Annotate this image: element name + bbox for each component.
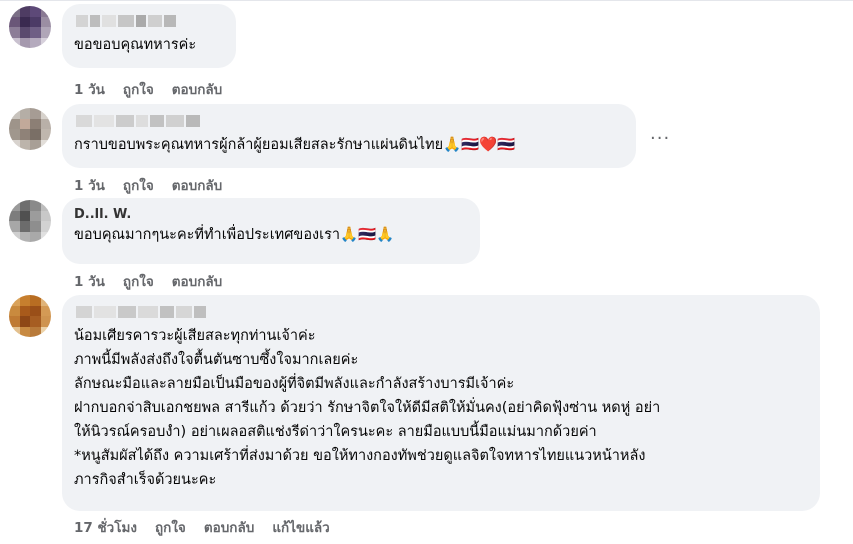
reply-button[interactable]: ตอบกลับ — [204, 516, 254, 538]
comment-timestamp[interactable]: 1 วัน — [74, 270, 105, 292]
blurred-author-name[interactable] — [76, 15, 224, 27]
blurred-author-name[interactable] — [76, 115, 624, 127]
comment-text: กราบขอบพระคุณทหารผู้กล้าผู้ยอมเสียสละรัก… — [74, 137, 516, 153]
comment-actions: 1 วัน ถูกใจ ตอบกลับ — [74, 174, 222, 196]
author-name[interactable]: D..ll. W. — [74, 207, 468, 223]
avatar[interactable] — [9, 295, 51, 337]
comment-text: น้อมเศียรคารวะผู้เสียสละทุกท่านเจ้าค่ะ ภ… — [74, 328, 661, 488]
comment-text: ขอบคุณมากๆนะคะที่ทำเพื่อประเทศของเรา🙏🇹🇭🙏 — [74, 227, 395, 243]
comment-timestamp[interactable]: 1 วัน — [74, 78, 105, 100]
comment-text: ขอขอบคุณทหารค่ะ — [74, 37, 197, 53]
reply-button[interactable]: ตอบกลับ — [172, 78, 222, 100]
blurred-author-name[interactable] — [76, 306, 808, 318]
comment-timestamp[interactable]: 1 วัน — [74, 174, 105, 196]
reply-button[interactable]: ตอบกลับ — [172, 270, 222, 292]
comment-actions: 1 วัน ถูกใจ ตอบกลับ — [74, 78, 222, 100]
reply-button[interactable]: ตอบกลับ — [172, 174, 222, 196]
edited-label: แก้ไขแล้ว — [272, 520, 330, 536]
top-divider — [0, 0, 853, 1]
like-button[interactable]: ถูกใจ — [123, 78, 154, 100]
avatar[interactable] — [9, 108, 51, 150]
comment-bubble: กราบขอบพระคุณทหารผู้กล้าผู้ยอมเสียสละรัก… — [62, 104, 636, 168]
comment-actions: 17 ชั่วโมง ถูกใจ ตอบกลับ แก้ไขแล้ว — [74, 516, 330, 538]
avatar[interactable] — [9, 6, 51, 48]
comment-actions: 1 วัน ถูกใจ ตอบกลับ — [74, 270, 222, 292]
more-options-icon[interactable]: ··· — [650, 128, 670, 149]
like-button[interactable]: ถูกใจ — [155, 516, 186, 538]
like-button[interactable]: ถูกใจ — [123, 174, 154, 196]
comment-timestamp[interactable]: 17 ชั่วโมง — [74, 516, 137, 538]
like-button[interactable]: ถูกใจ — [123, 270, 154, 292]
avatar[interactable] — [9, 200, 51, 242]
comment-bubble: D..ll. W. ขอบคุณมากๆนะคะที่ทำเพื่อประเทศ… — [62, 198, 480, 264]
comment-bubble: น้อมเศียรคารวะผู้เสียสละทุกท่านเจ้าค่ะ ภ… — [62, 295, 820, 511]
comment-bubble: ขอขอบคุณทหารค่ะ — [62, 4, 236, 68]
